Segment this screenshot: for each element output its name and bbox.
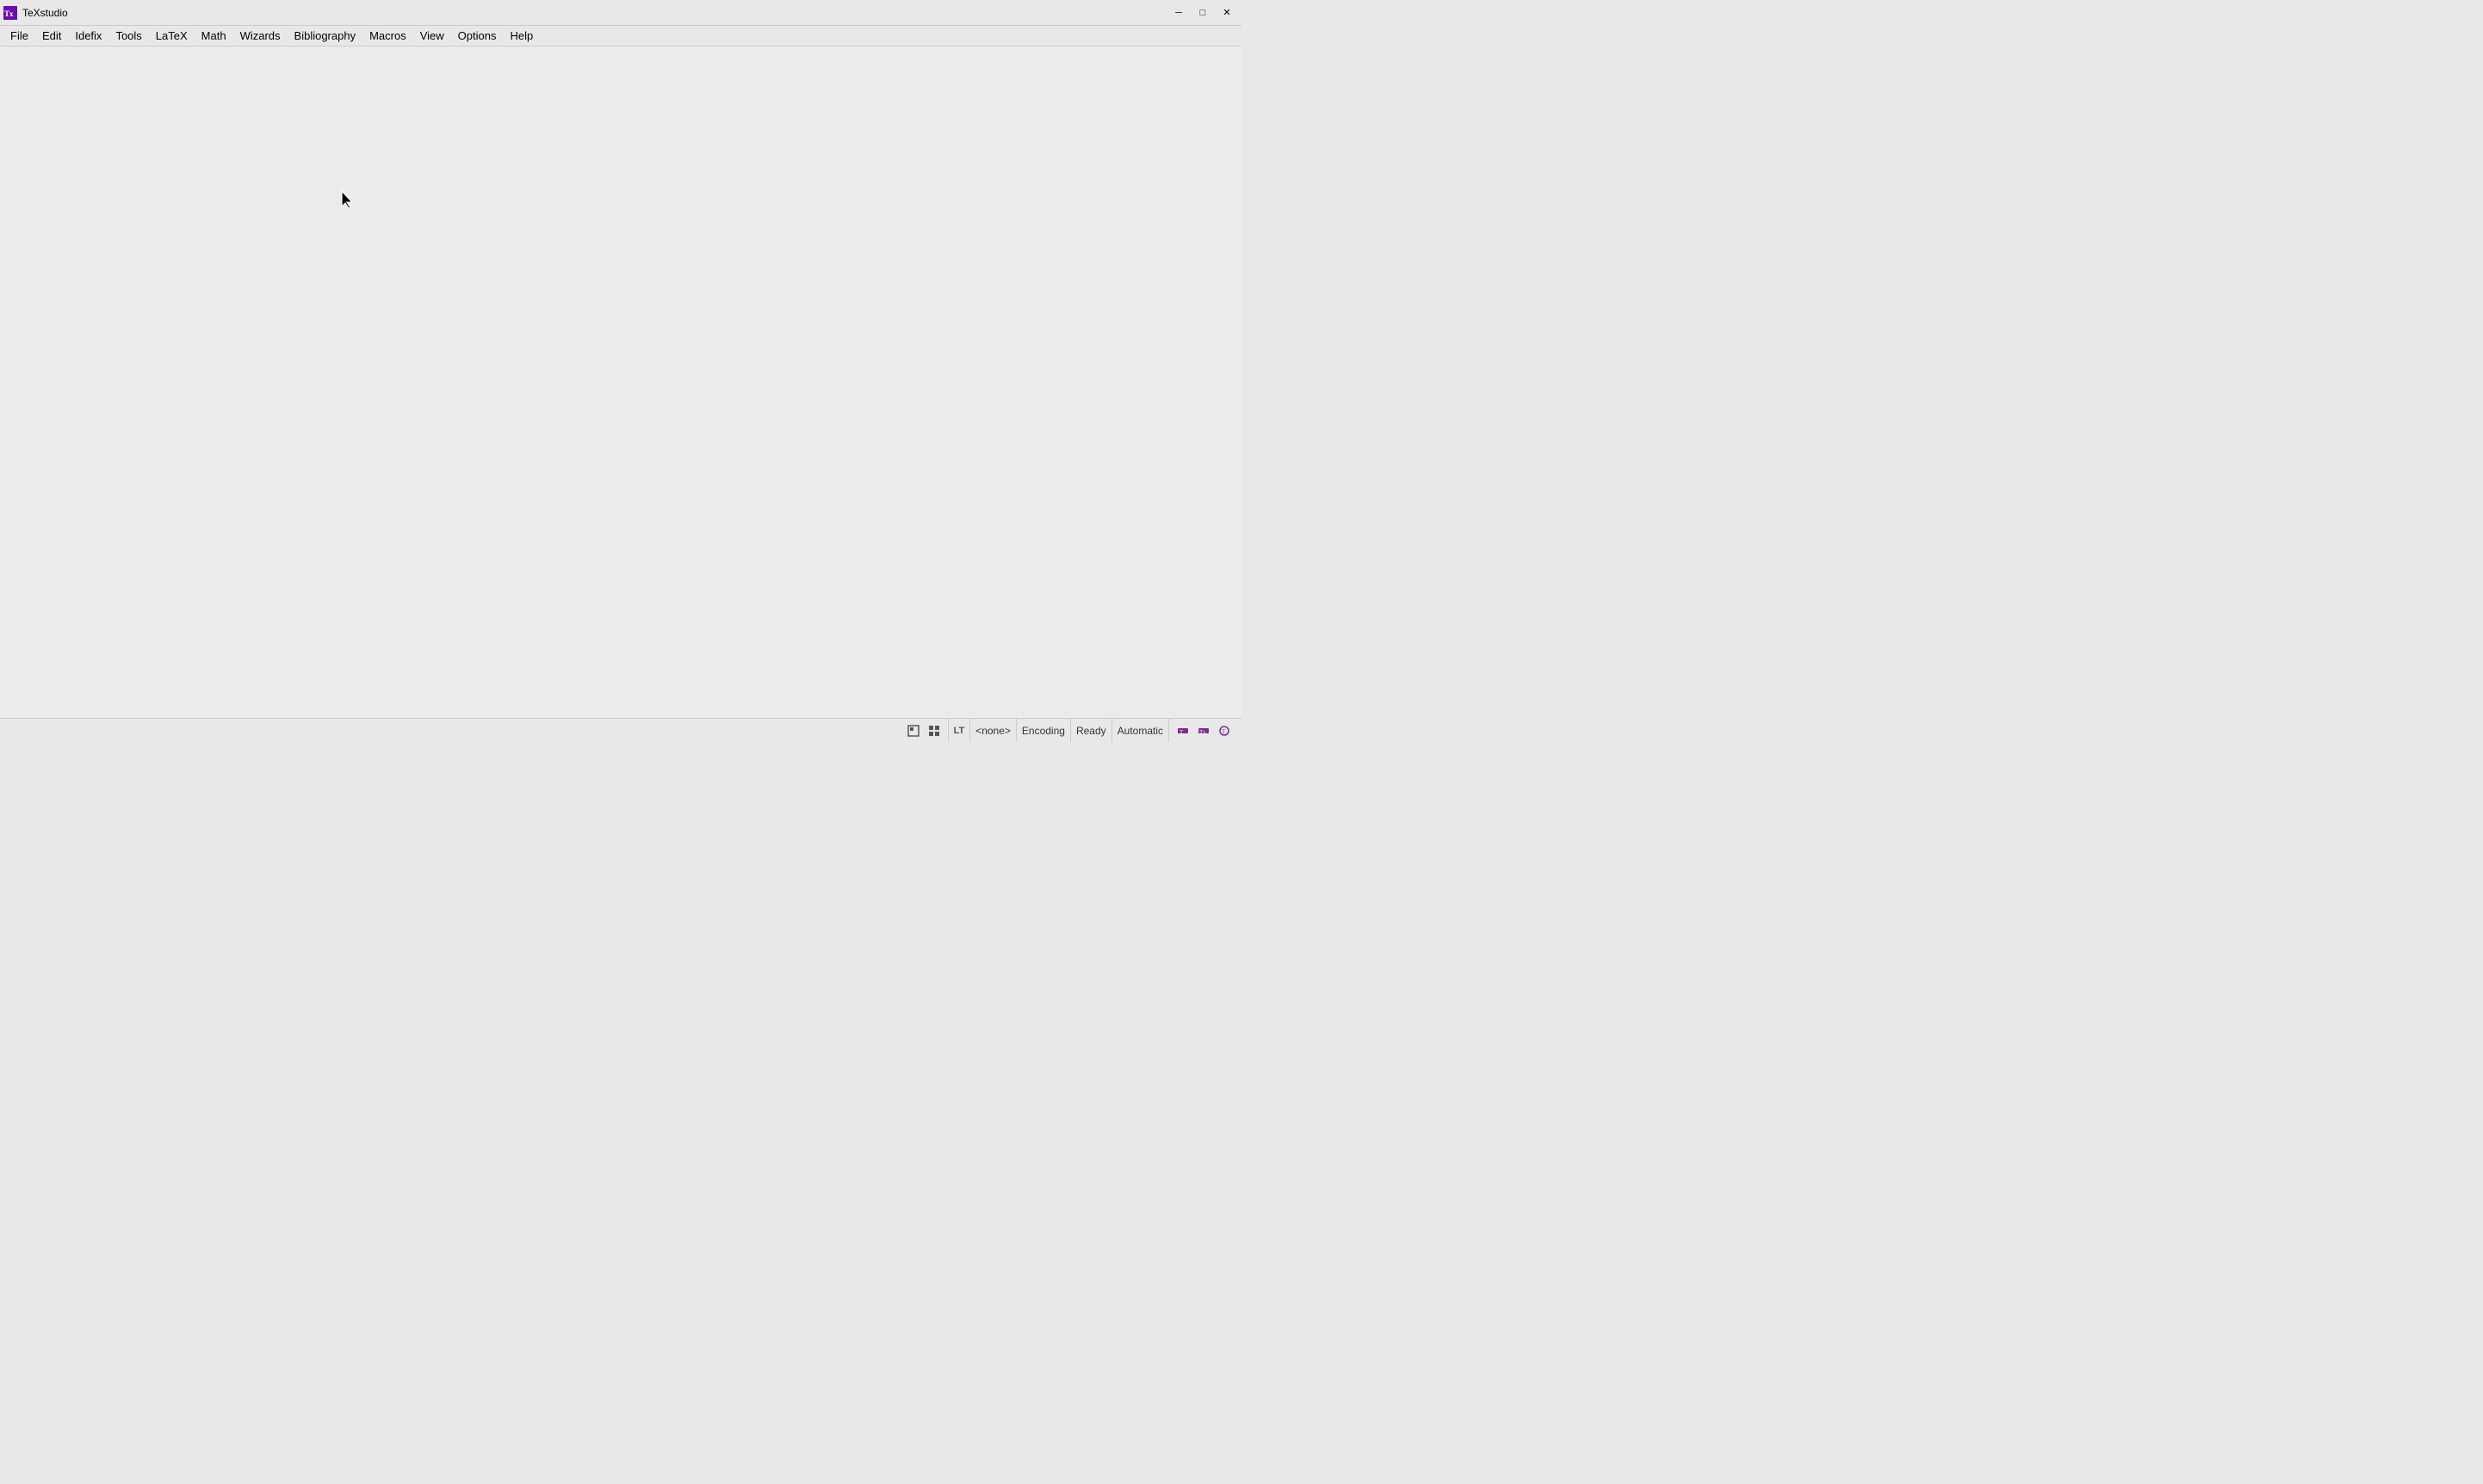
menu-bar: File Edit Idefix Tools LaTeX Math Wizard…: [0, 26, 1242, 46]
status-ready: Ready: [1070, 719, 1111, 742]
title-bar: Tx TeXstudio ─ □ ✕: [0, 0, 1242, 26]
menu-latex[interactable]: LaTeX: [149, 27, 195, 46]
menu-wizards[interactable]: Wizards: [233, 27, 288, 46]
svg-text:T: T: [1222, 728, 1226, 735]
status-automatic: Automatic: [1111, 719, 1168, 742]
status-right-icons: T Tx T: [1168, 719, 1238, 742]
menu-math[interactable]: Math: [195, 27, 233, 46]
menu-help[interactable]: Help: [503, 27, 540, 46]
window-controls: ─ □ ✕: [1167, 4, 1238, 22]
maximize-button[interactable]: □: [1192, 4, 1214, 22]
status-none: <none>: [969, 719, 1016, 742]
status-encoding[interactable]: Encoding: [1016, 719, 1070, 742]
menu-macros[interactable]: Macros: [362, 27, 413, 46]
main-content-area: [0, 46, 1242, 718]
status-lt: LT: [948, 719, 970, 742]
menu-bibliography[interactable]: Bibliography: [288, 27, 363, 46]
status-icon-2[interactable]: [926, 722, 943, 739]
status-icon-1[interactable]: [905, 722, 922, 739]
menu-options[interactable]: Options: [451, 27, 504, 46]
app-title: TeXstudio: [22, 7, 68, 19]
close-button[interactable]: ✕: [1216, 4, 1238, 22]
menu-idefix[interactable]: Idefix: [68, 27, 108, 46]
svg-text:T: T: [1180, 729, 1184, 736]
menu-view[interactable]: View: [413, 27, 451, 46]
status-right-icon-1[interactable]: T: [1174, 722, 1192, 739]
svg-text:Tx: Tx: [1199, 729, 1206, 736]
app-icon: Tx: [3, 6, 17, 20]
title-bar-left: Tx TeXstudio: [3, 6, 68, 20]
status-right-icon-2[interactable]: Tx: [1195, 722, 1212, 739]
status-left-icons: [900, 722, 948, 739]
status-right-icon-3[interactable]: T: [1216, 722, 1233, 739]
menu-file[interactable]: File: [3, 27, 35, 46]
minimize-button[interactable]: ─: [1167, 4, 1190, 22]
svg-text:Tx: Tx: [4, 9, 14, 18]
menu-edit[interactable]: Edit: [35, 27, 68, 46]
status-bar: LT <none> Encoding Ready Automatic T Tx: [0, 718, 1242, 742]
menu-tools[interactable]: Tools: [108, 27, 148, 46]
